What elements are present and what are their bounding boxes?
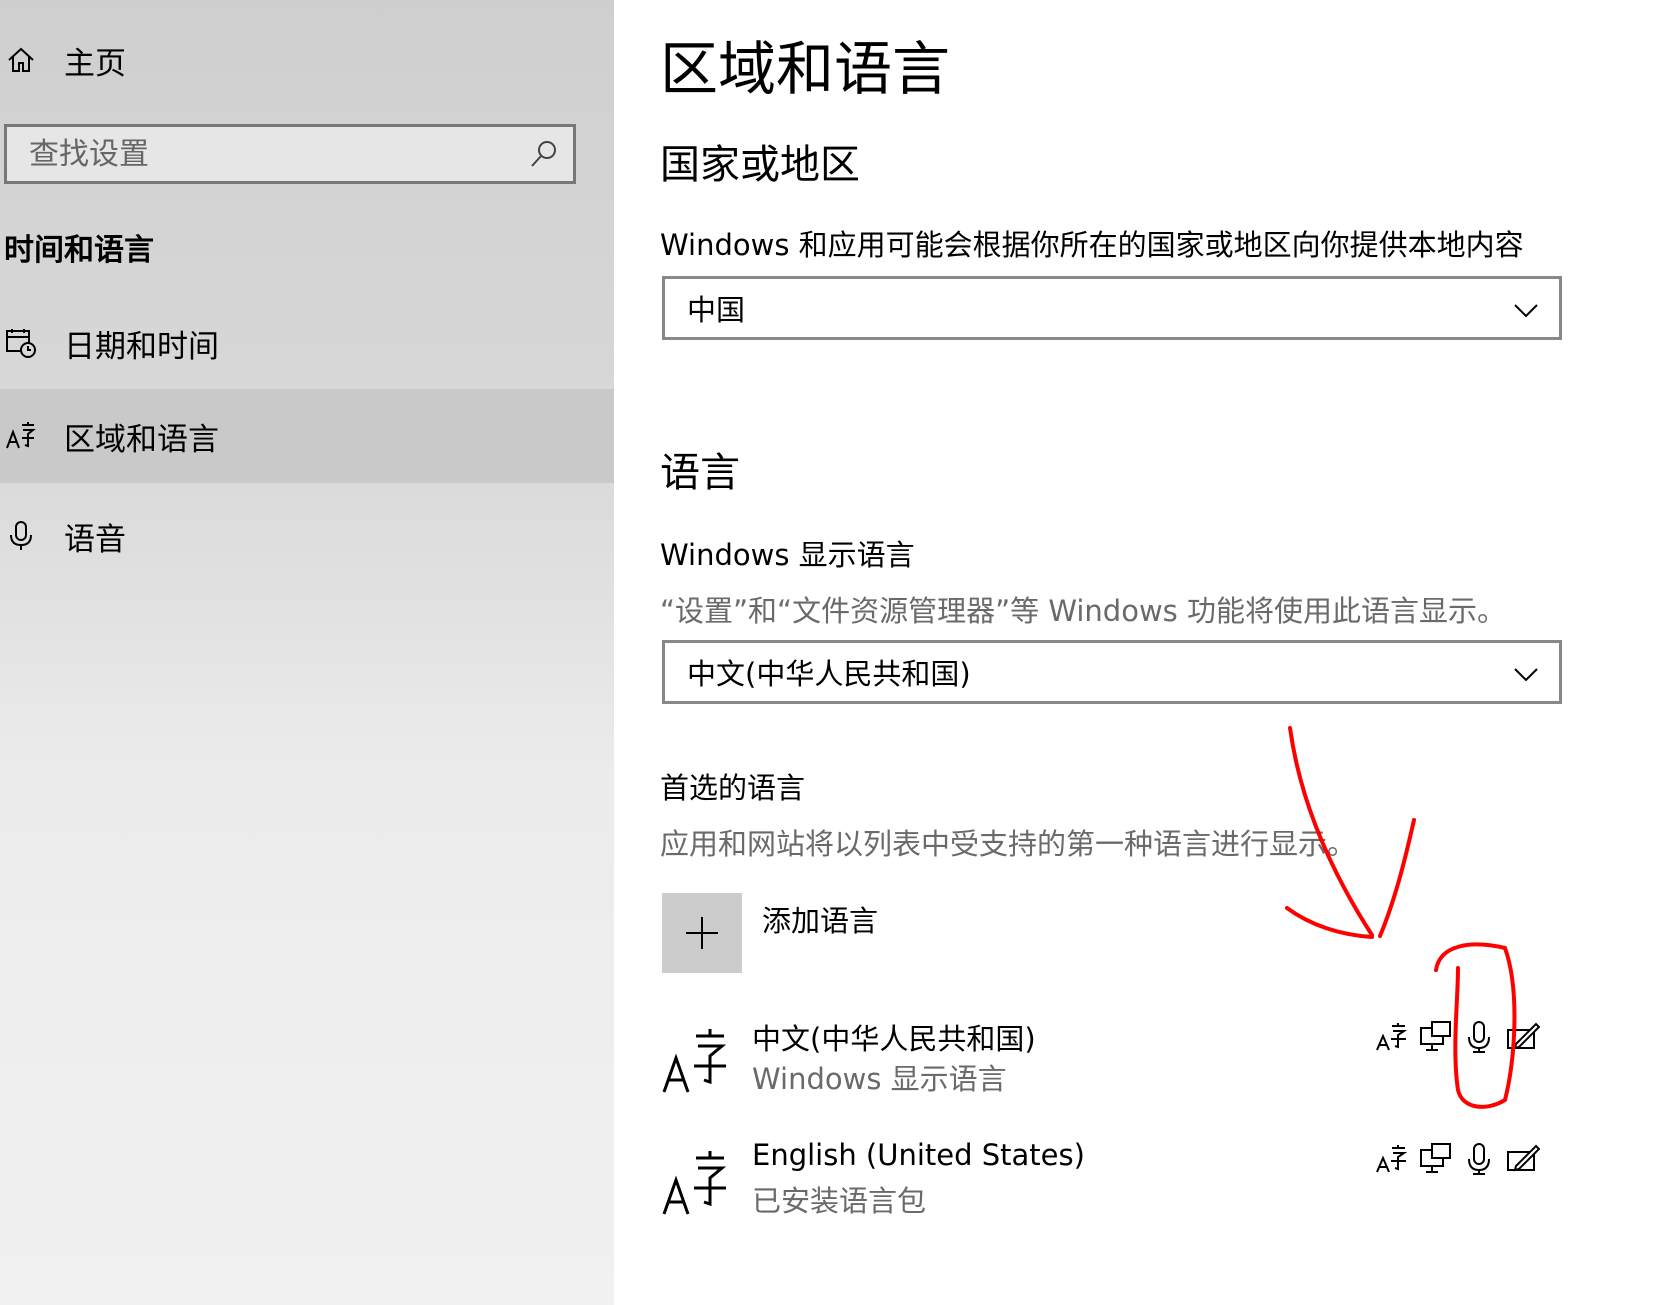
display-language-dropdown-value: 中文(中华人民共和国) [687, 657, 971, 691]
text-language-icon [1374, 1020, 1408, 1054]
language-icon [4, 419, 38, 453]
sidebar-home-label: 主页 [64, 45, 126, 82]
sidebar-section-title: 时间和语言 [4, 233, 154, 268]
text-language-icon [1374, 1142, 1408, 1176]
search-icon[interactable] [529, 139, 559, 169]
display-language-icon [1418, 1142, 1452, 1176]
language-icon [660, 1148, 730, 1218]
microphone-icon [4, 519, 38, 553]
language-status: Windows 显示语言 [752, 1062, 1007, 1096]
handwriting-icon [1506, 1020, 1541, 1054]
language-heading: 语言 [660, 450, 740, 496]
handwriting-icon [1506, 1142, 1541, 1176]
display-language-label: Windows 显示语言 [660, 538, 915, 572]
sidebar: 主页 时间和语言 日期和时间 区域和语言 [0, 0, 614, 1305]
microphone-icon [1462, 1142, 1496, 1176]
chevron-down-icon [1511, 659, 1541, 689]
plus-icon [686, 917, 718, 949]
sidebar-item-date-time[interactable]: 日期和时间 [0, 315, 614, 371]
display-language-description: “设置”和“文件资源管理器”等 Windows 功能将使用此语言显示。 [660, 594, 1506, 628]
region-dropdown-value: 中国 [687, 293, 746, 327]
chevron-down-icon [1511, 295, 1541, 325]
sidebar-item-speech[interactable]: 语音 [0, 508, 614, 564]
language-icon [660, 1026, 730, 1096]
main-panel: 区域和语言 国家或地区 Windows 和应用可能会根据你所在的国家或地区向你提… [614, 0, 1668, 1305]
language-name: English (United States) [752, 1138, 1085, 1172]
display-language-icon [1418, 1020, 1452, 1054]
sidebar-item-label: 日期和时间 [64, 328, 219, 365]
list-item[interactable]: English (United States) 已安装语言包 [660, 1138, 1580, 1248]
sidebar-item-region-language[interactable]: 区域和语言 [0, 389, 614, 483]
display-language-dropdown[interactable]: 中文(中华人民共和国) [662, 640, 1562, 704]
preferred-languages-description: 应用和网站将以列表中受支持的第一种语言进行显示。 [660, 827, 1357, 861]
language-status: 已安装语言包 [752, 1184, 927, 1218]
preferred-languages-label: 首选的语言 [660, 771, 806, 805]
sidebar-item-label: 语音 [64, 521, 126, 558]
microphone-icon [1462, 1020, 1496, 1054]
sidebar-home[interactable]: 主页 [0, 36, 614, 84]
search-input[interactable] [7, 127, 529, 181]
sidebar-item-label: 区域和语言 [64, 421, 219, 458]
search-box [4, 124, 576, 184]
page-title: 区域和语言 [660, 35, 951, 103]
home-icon [4, 43, 38, 77]
region-description: Windows 和应用可能会根据你所在的国家或地区向你提供本地内容 [660, 228, 1524, 262]
add-language-button[interactable] [662, 893, 742, 973]
add-language-label[interactable]: 添加语言 [762, 898, 878, 940]
language-name: 中文(中华人民共和国) [752, 1022, 1036, 1056]
region-heading: 国家或地区 [660, 142, 860, 188]
calendar-clock-icon [4, 326, 38, 360]
region-dropdown[interactable]: 中国 [662, 276, 1562, 340]
list-item[interactable]: 中文(中华人民共和国) Windows 显示语言 [660, 1016, 1580, 1126]
